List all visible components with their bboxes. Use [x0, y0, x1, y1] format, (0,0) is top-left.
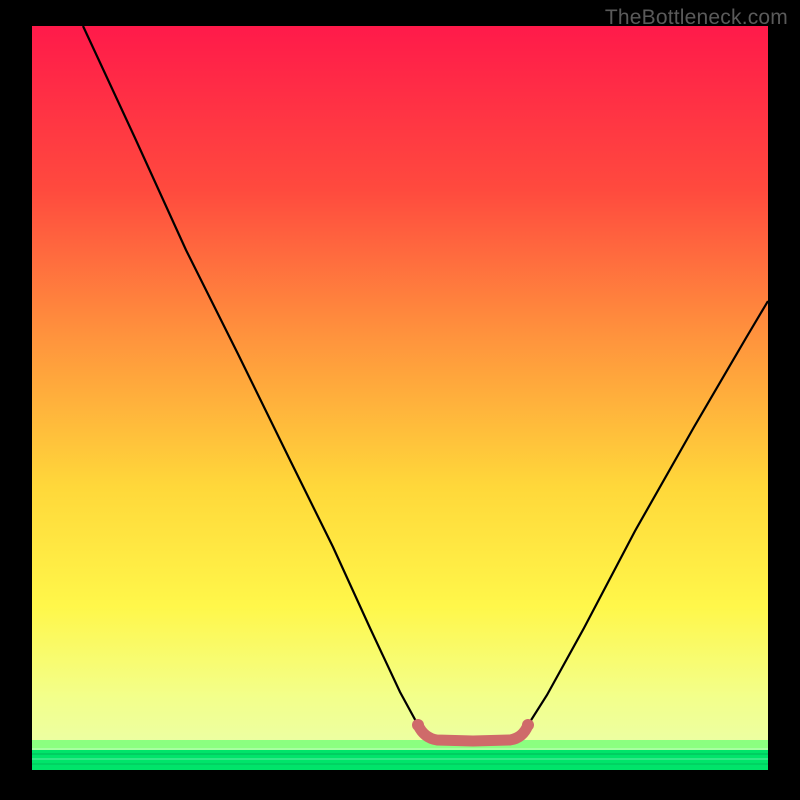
- highlight-end-dot: [522, 719, 534, 731]
- plot-area: [32, 26, 768, 770]
- bottleneck-chart: [0, 0, 800, 800]
- watermark-text: TheBottleneck.com: [605, 6, 788, 30]
- highlight-start-dot: [412, 719, 424, 731]
